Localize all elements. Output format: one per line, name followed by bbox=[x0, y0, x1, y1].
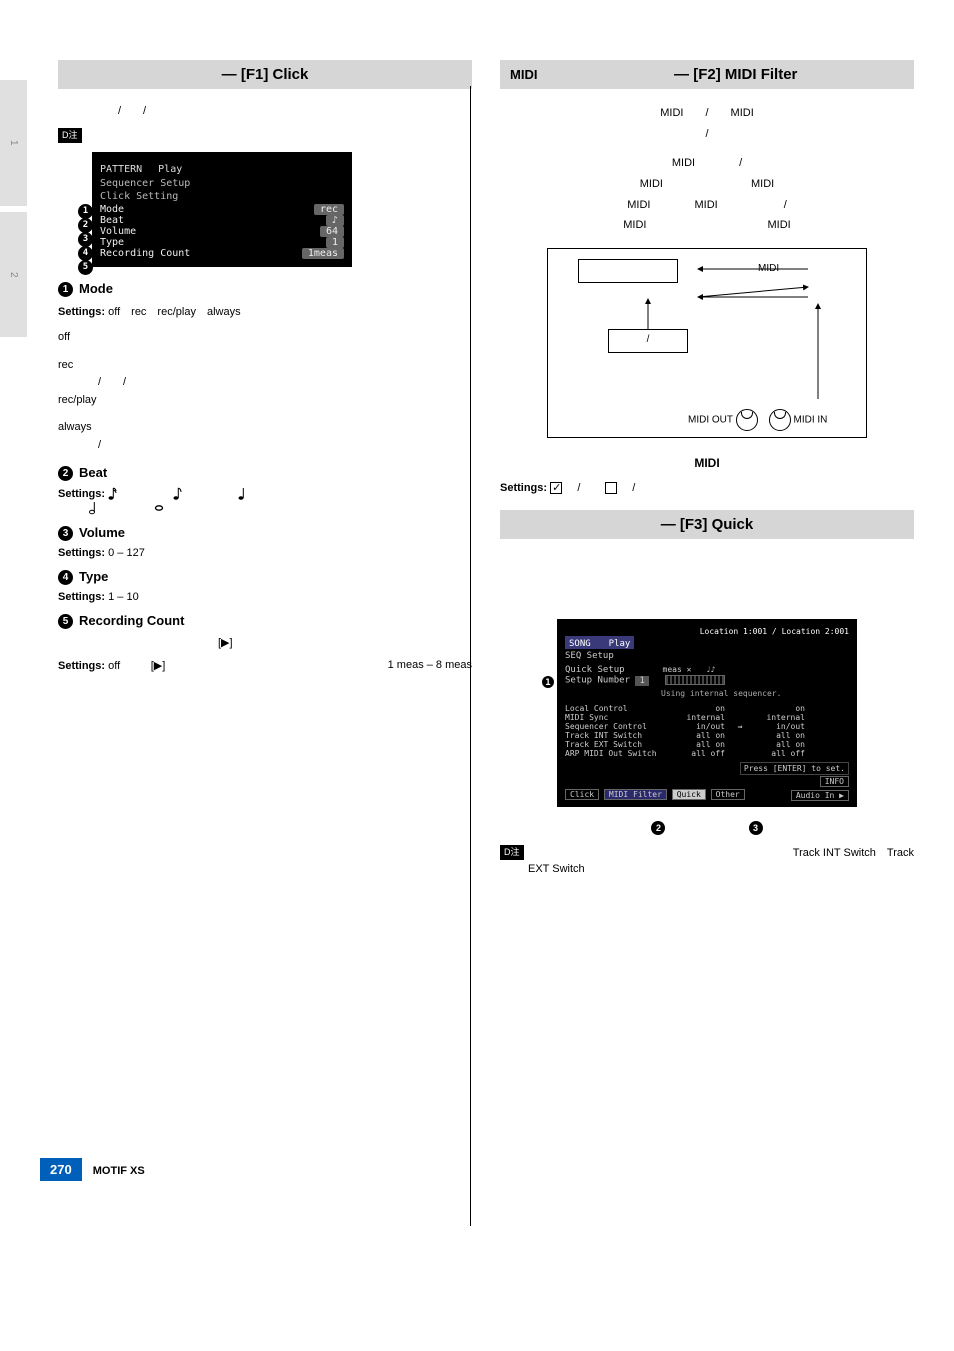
screen-row: Type 1 bbox=[100, 237, 344, 248]
screen2-rows: Local Controlonon MIDI Syncinternalinter… bbox=[565, 704, 849, 758]
screen2-row: Sequencer Controlin/out⇒in/out bbox=[565, 722, 849, 731]
screen2-below-callouts: 2 3 bbox=[500, 821, 914, 835]
heading-f1-click: — [F1] Click bbox=[58, 60, 472, 89]
heading-midi-prefix: MIDI bbox=[510, 67, 537, 82]
checkbox-on-icon: ✓ bbox=[550, 482, 562, 494]
mode-options: off rec / / rec/play always / bbox=[58, 329, 472, 455]
note-quick: D注 Track INT Switch Track EXT Switch bbox=[500, 845, 914, 878]
recording-count-desc: [▶] bbox=[58, 635, 472, 652]
diagram-midi-out-label: MIDI OUT MIDI IN bbox=[688, 409, 827, 431]
whole-note-icon bbox=[154, 501, 164, 515]
midi-in-port-icon bbox=[769, 409, 791, 431]
midi-filter-diagram: MIDI / MIDI OUT MIDI IN bbox=[547, 248, 867, 438]
screen2-tabs: Click MIDI Filter Quick Other Audio In ▶ bbox=[565, 790, 849, 799]
eighth-note-icon bbox=[173, 487, 183, 501]
screen2-quick-setup-label: Quick Setup meas ✕ ♩♪ bbox=[565, 665, 849, 675]
heading-f1-click-title: — [F1] Click bbox=[68, 66, 462, 83]
settings-midi-filter: Settings: ✓ / / bbox=[500, 482, 914, 494]
screen2-setup-number: Setup Number 1 bbox=[565, 675, 849, 686]
screen-header-1: PATTERN Play bbox=[100, 160, 344, 175]
half-note-icon bbox=[89, 501, 99, 515]
section-recording-count: 5Recording Count bbox=[58, 613, 472, 629]
callout-4: 4 bbox=[78, 246, 93, 261]
screen-header-3: Click Setting bbox=[100, 191, 344, 202]
heading-f3-title: — [F3] Quick bbox=[510, 516, 904, 533]
callout-3-quick: 3 bbox=[749, 821, 763, 835]
screen2-row: MIDI Syncinternalinternal bbox=[565, 713, 849, 722]
callout-5: 5 bbox=[78, 260, 93, 275]
screen-row: Volume 64 bbox=[100, 226, 344, 237]
screen2-row: Track INT Switchall onall on bbox=[565, 731, 849, 740]
midi-para-2: MIDI / MIDI MIDI MIDI MIDI / MIDI MIDI bbox=[500, 153, 914, 237]
screen-row: Mode rec bbox=[100, 204, 344, 215]
section-beat: 2Beat bbox=[58, 465, 472, 481]
midi-para-1: MIDI / MIDI / bbox=[500, 103, 914, 145]
screen2-row: Track EXT Switchall onall on bbox=[565, 740, 849, 749]
section-type: 4Type bbox=[58, 569, 472, 585]
screen2-hint: Press [ENTER] to set. bbox=[740, 762, 849, 775]
midi-out-port-icon bbox=[736, 409, 758, 431]
screen2-location: Location 1:001 / Location 2:001 bbox=[565, 627, 849, 636]
sidebar: 1 2 bbox=[0, 80, 38, 343]
midi-center-label: MIDI bbox=[500, 456, 914, 470]
screen2-using-internal: Using internal sequencer. bbox=[661, 689, 849, 698]
screen-row: Recording Count 1meas bbox=[100, 248, 344, 259]
screen2-row: Local Controlonon bbox=[565, 704, 849, 713]
callout-1-quick: 1 bbox=[541, 675, 555, 689]
quarter-note-icon bbox=[238, 487, 248, 501]
opt-recplay: rec/play bbox=[58, 392, 472, 410]
heading-f2-midi-filter: MIDI — [F2] MIDI Filter bbox=[500, 60, 914, 89]
sidebar-tab-1: 1 bbox=[0, 80, 27, 206]
settings-mode: Settings: off rec rec/play always bbox=[58, 303, 472, 319]
screen2-seq-setup: SEQ Setup bbox=[565, 651, 849, 661]
callout-2-quick: 2 bbox=[651, 821, 665, 835]
book-title: MOTIF XS bbox=[93, 1165, 145, 1177]
note-icon: D注 bbox=[58, 128, 82, 144]
settings-type: Settings: 1 – 10 bbox=[58, 591, 472, 603]
settings-recording-count: Settings: off [▶] 1 meas – 8 meas bbox=[58, 659, 472, 672]
settings-volume: Settings: 0 – 127 bbox=[58, 547, 472, 559]
settings-beat: Settings: bbox=[58, 487, 472, 515]
section-mode: 1Mode bbox=[58, 281, 472, 297]
callout-1: 1 bbox=[78, 204, 93, 219]
screen2-row: ARP MIDI Out Switchall offall off bbox=[565, 749, 849, 758]
screen-header-2: Sequencer Setup bbox=[100, 178, 344, 189]
screen-click-setting: PATTERN Play Sequencer Setup Click Setti… bbox=[92, 152, 352, 267]
note-row: D注 bbox=[58, 128, 472, 145]
opt-always-desc: / bbox=[58, 437, 472, 455]
note-icon: D注 bbox=[500, 845, 524, 861]
opt-rec: rec bbox=[58, 357, 472, 375]
column-divider bbox=[470, 86, 471, 1226]
screen2-info: INFO bbox=[820, 776, 849, 787]
sidebar-tab-2: 2 bbox=[0, 212, 27, 338]
screen2-song-tab: SONG Play bbox=[565, 636, 634, 649]
checkbox-off-icon bbox=[605, 482, 617, 494]
intro-text: / / bbox=[58, 103, 472, 120]
section-volume: 3Volume bbox=[58, 525, 472, 541]
opt-rec-desc: / / bbox=[58, 374, 472, 392]
heading-f2-title: — [F2] MIDI Filter bbox=[567, 66, 904, 83]
opt-always: always bbox=[58, 419, 472, 437]
page-footer: 270 MOTIF XS bbox=[40, 1146, 914, 1181]
callout-2: 2 bbox=[78, 218, 93, 233]
page-number: 270 bbox=[40, 1158, 82, 1181]
screen-quick-setup: Location 1:001 / Location 2:001 SONG Pla… bbox=[557, 619, 857, 807]
heading-f3-quick: — [F3] Quick bbox=[500, 510, 914, 539]
screen-row: Beat ♪ bbox=[100, 215, 344, 226]
sixteenth-note-icon bbox=[108, 487, 118, 501]
opt-off: off bbox=[58, 329, 472, 347]
callout-3: 3 bbox=[78, 232, 93, 247]
